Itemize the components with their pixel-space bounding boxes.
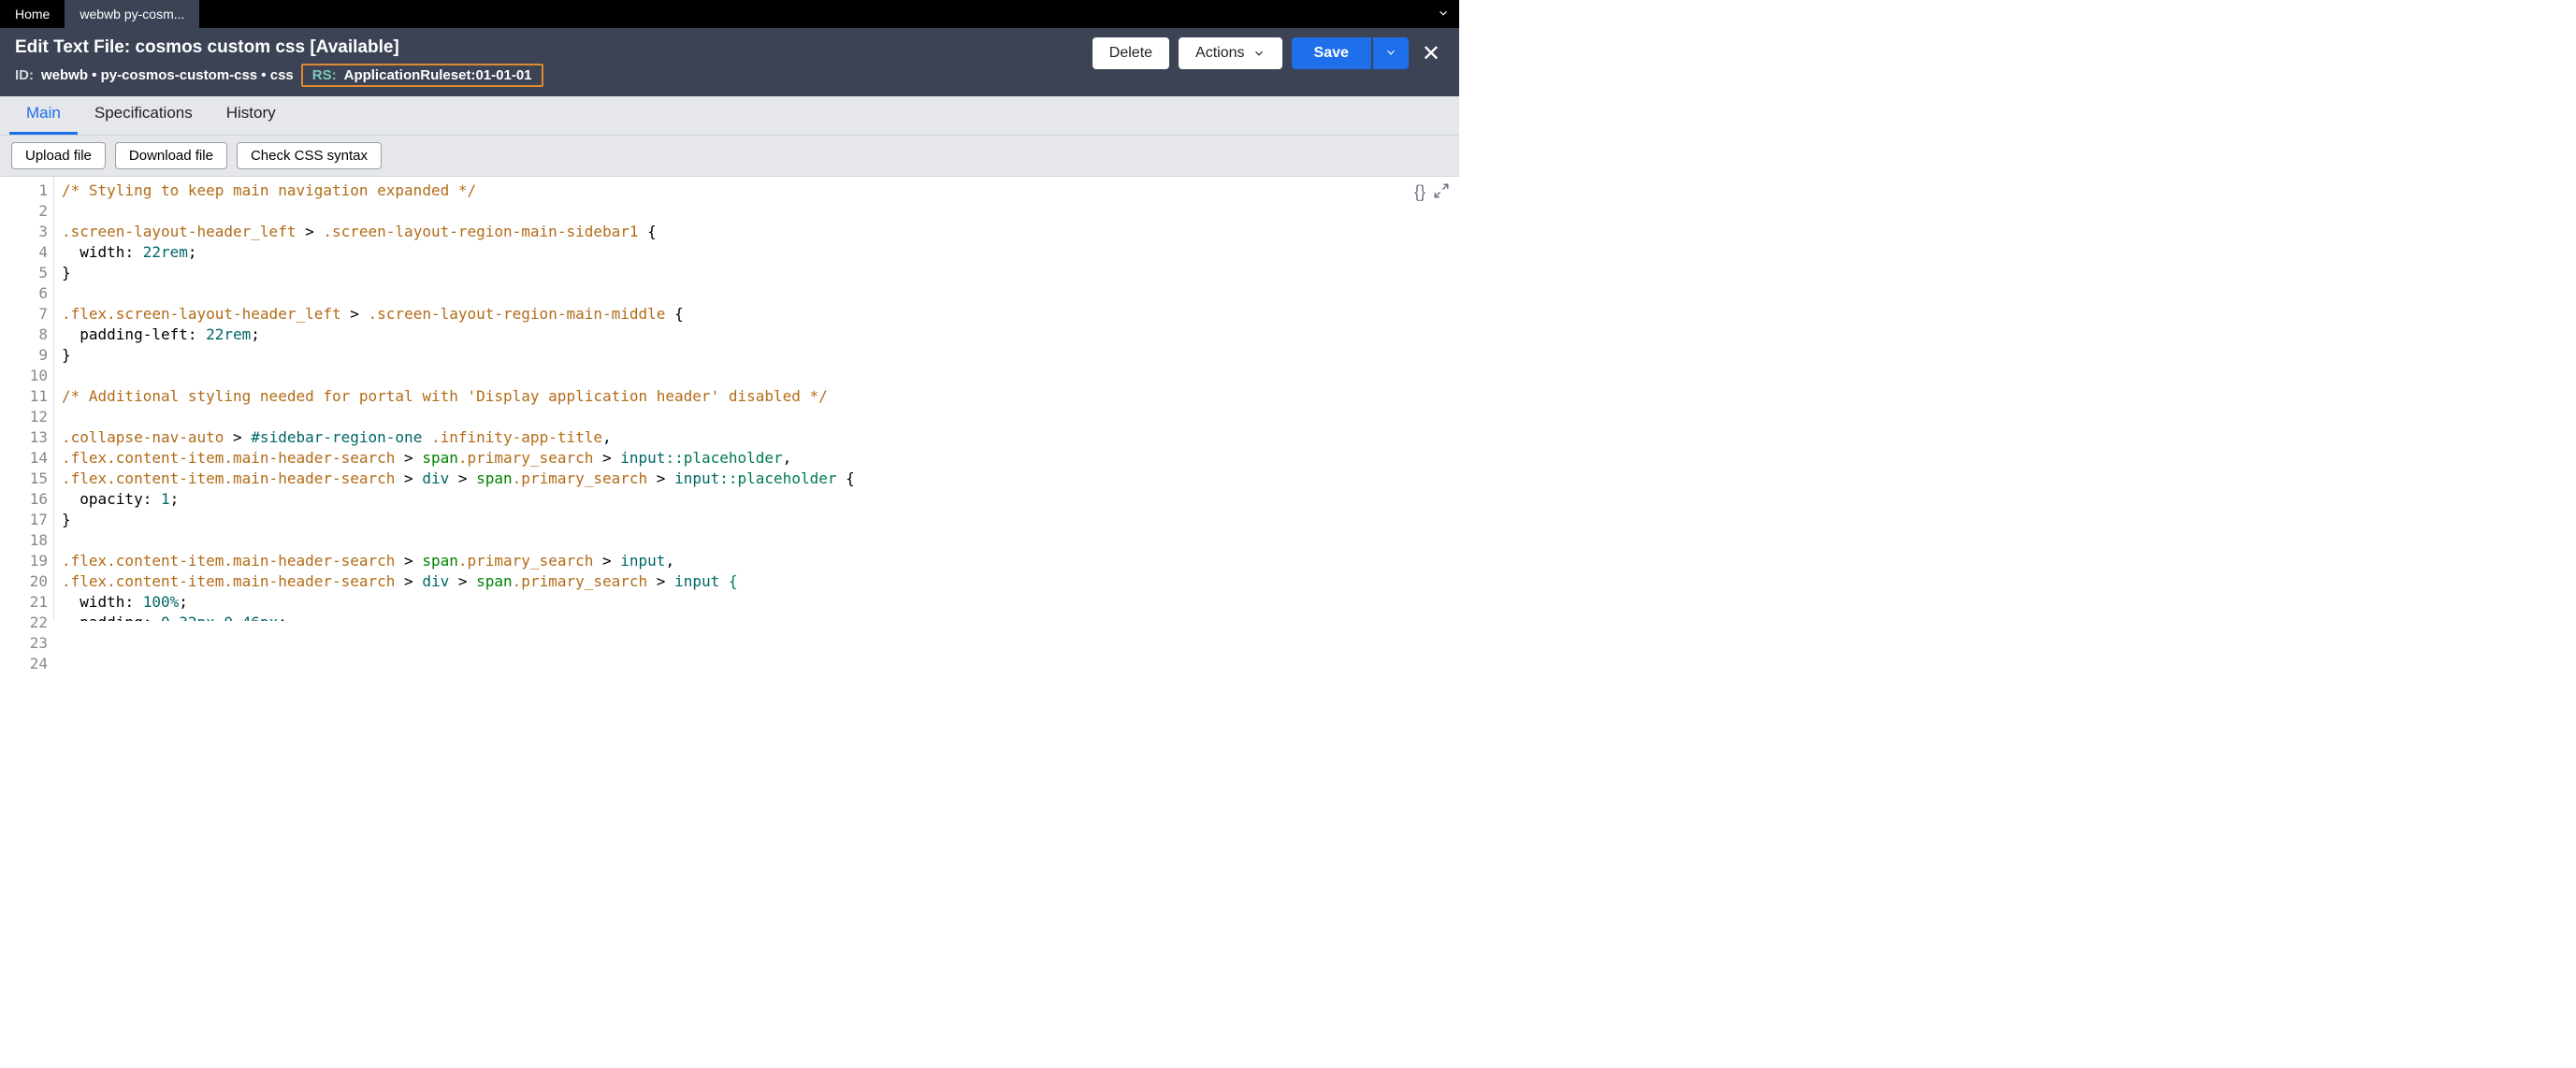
page-title: Edit Text File: cosmos custom css [Avail… [15, 37, 543, 58]
subtab-history[interactable]: History [210, 94, 293, 135]
save-button-group: Save [1292, 37, 1409, 69]
title-name: cosmos custom css [135, 37, 310, 57]
check-css-syntax-button[interactable]: Check CSS syntax [237, 142, 382, 169]
upload-file-button[interactable]: Upload file [11, 142, 106, 169]
tab-current-file[interactable]: webwb py-cosm... [65, 0, 199, 28]
id-value: webwb • py-cosmos-custom-css • css [41, 67, 294, 83]
ruleset-badge[interactable]: RS: ApplicationRuleset:01-01-01 [301, 64, 543, 87]
subtab-main[interactable]: Main [9, 94, 78, 135]
tabs-overflow-chevron[interactable] [1437, 7, 1450, 22]
save-dropdown-button[interactable] [1373, 37, 1409, 69]
rule-subtabs: Main Specifications History [0, 96, 1459, 136]
actions-label: Actions [1195, 45, 1244, 62]
rs-label: RS: [312, 67, 337, 83]
id-label: ID: [15, 67, 34, 83]
download-file-button[interactable]: Download file [115, 142, 227, 169]
chevron-down-icon [1252, 47, 1266, 60]
delete-button[interactable]: Delete [1093, 37, 1169, 69]
line-number-gutter: 123456789101112131415161718192021222324 [0, 177, 54, 621]
close-icon[interactable]: ✕ [1418, 40, 1444, 67]
save-button[interactable]: Save [1292, 37, 1371, 69]
expand-icon[interactable] [1433, 182, 1450, 204]
tab-home[interactable]: Home [0, 0, 65, 28]
code-area[interactable]: /* Styling to keep main navigation expan… [54, 177, 1459, 621]
editor-toolbar: Upload file Download file Check CSS synt… [0, 136, 1459, 177]
braces-icon[interactable]: {} [1414, 182, 1425, 204]
title-prefix: Edit Text File: [15, 37, 135, 57]
header-actions: Delete Actions Save ✕ [1093, 37, 1444, 69]
rule-header: Edit Text File: cosmos custom css [Avail… [0, 28, 1459, 96]
chevron-down-icon [1384, 46, 1397, 59]
editor-corner-icons: {} [1414, 182, 1450, 204]
top-tab-bar: Home webwb py-cosm... [0, 0, 1459, 28]
id-row: ID: webwb • py-cosmos-custom-css • css R… [15, 64, 543, 87]
title-status: [Available] [310, 37, 398, 57]
code-editor[interactable]: {} 1234567891011121314151617181920212223… [0, 177, 1459, 621]
rs-value: ApplicationRuleset:01-01-01 [344, 67, 532, 83]
subtab-specifications[interactable]: Specifications [78, 94, 210, 135]
actions-button[interactable]: Actions [1179, 37, 1281, 69]
